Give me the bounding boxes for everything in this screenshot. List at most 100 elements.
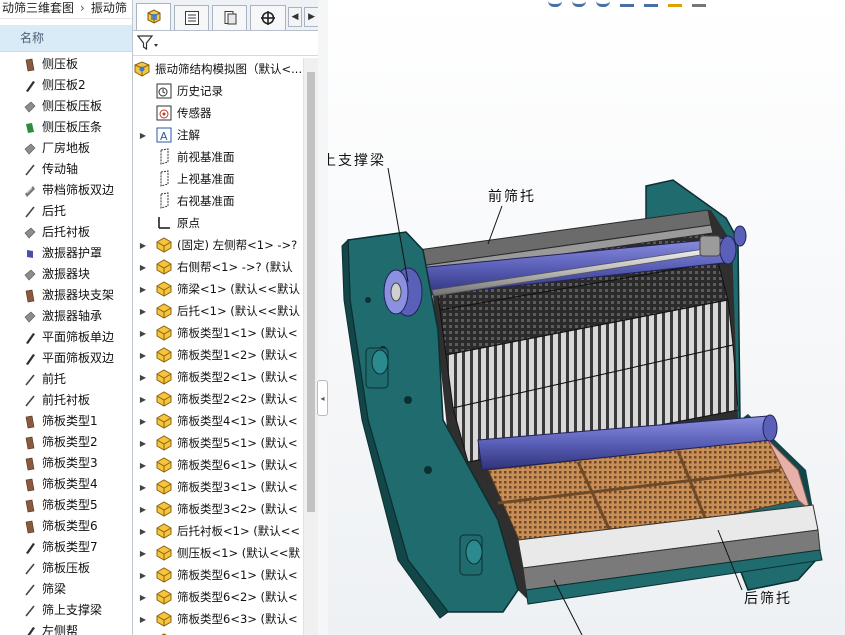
file-list-item[interactable]: 筛板类型4 xyxy=(0,474,132,495)
tree-item[interactable]: 原点 xyxy=(133,212,303,234)
file-list-item[interactable]: 激振器轴承 xyxy=(0,306,132,327)
tree-item[interactable]: 传感器 xyxy=(133,102,303,124)
file-list-item[interactable]: 筛上支撑梁 xyxy=(0,600,132,621)
tree-item[interactable]: ▶ 筛板类型6<1> (默认< xyxy=(133,454,303,476)
expand-arrow-icon[interactable]: ▶ xyxy=(137,285,149,294)
tree-scrollbar[interactable] xyxy=(303,58,319,635)
expand-arrow-icon[interactable]: ▶ xyxy=(137,549,149,558)
tree-item[interactable]: ▶ 后托衬板<1> (默认<< xyxy=(133,520,303,542)
tree-item[interactable]: ▶ 筛板类型6<3> (默认< xyxy=(133,608,303,630)
file-list-item[interactable]: 后托衬板 xyxy=(0,222,132,243)
file-list-item[interactable]: 筛板类型2 xyxy=(0,432,132,453)
tree-item[interactable]: ▶ 筛板类型1<2> (默认< xyxy=(133,344,303,366)
tree-item[interactable]: ▶ 筛板类型3<2> (默认< xyxy=(133,498,303,520)
expand-arrow-icon[interactable]: ▶ xyxy=(137,505,149,514)
panel-splitter[interactable] xyxy=(318,0,328,635)
feature-manager-tab[interactable] xyxy=(136,3,172,30)
file-list-item[interactable]: 激振器块 xyxy=(0,264,132,285)
tree-item[interactable]: 前视基准面 xyxy=(133,146,303,168)
file-name: 后托衬板 xyxy=(42,225,91,239)
file-list-item[interactable]: 前托 xyxy=(0,369,132,390)
file-list-item[interactable]: 左侧帮 xyxy=(0,621,132,635)
part-dark-icon xyxy=(23,331,37,345)
file-list-item[interactable]: 侧压板 xyxy=(0,54,132,75)
file-list-item[interactable]: 平面筛板双边 xyxy=(0,348,132,369)
file-list-item[interactable]: 筛板类型7 xyxy=(0,537,132,558)
tree-item[interactable]: 历史记录 xyxy=(133,80,303,102)
tree-item[interactable]: ▶ A 注解 xyxy=(133,124,303,146)
expand-arrow-icon[interactable]: ▶ xyxy=(137,329,149,338)
tree-root-label: 振动筛结构模拟图（默认<... xyxy=(155,62,303,76)
file-list-item[interactable]: 后托 xyxy=(0,201,132,222)
file-list-item[interactable]: 带档筛板双边 xyxy=(0,180,132,201)
feature-manager-panel: ◀ ▶ 振动筛结构模拟图（默认<... 历史记录 传感器 ▶ A 注解 前视基准面 上视基准… xyxy=(132,0,320,635)
part-icon xyxy=(155,412,173,430)
file-list-item[interactable]: 筛板类型1 xyxy=(0,411,132,432)
file-list-item[interactable]: 侧压板压条 xyxy=(0,117,132,138)
expand-arrow-icon[interactable]: ▶ xyxy=(137,615,149,624)
tree-item[interactable]: ▶ 侧压板<1> (默认<<默 xyxy=(133,542,303,564)
graphics-viewport[interactable]: 上支撑梁 前筛托 后筛托 xyxy=(328,0,845,635)
column-header-name[interactable]: 名称 xyxy=(0,25,132,52)
configuration-manager-tab[interactable] xyxy=(212,5,248,30)
file-list-item[interactable]: 筛板类型6 xyxy=(0,516,132,537)
tree-item[interactable]: ▶ 筛板类型1<1> (默认< xyxy=(133,322,303,344)
history-icon xyxy=(155,82,173,100)
expand-arrow-icon[interactable]: ▶ xyxy=(137,527,149,536)
file-list-item[interactable]: 筛板类型5 xyxy=(0,495,132,516)
tab-scroll-right-icon[interactable]: ▶ xyxy=(304,7,319,27)
tree-filter[interactable] xyxy=(133,31,319,56)
expand-arrow-icon[interactable]: ▶ xyxy=(137,373,149,382)
dimxpert-tab[interactable] xyxy=(250,5,286,30)
file-list-item[interactable]: 侧压板2 xyxy=(0,75,132,96)
expand-arrow-icon[interactable]: ▶ xyxy=(137,241,149,250)
expand-arrow-icon[interactable]: ▶ xyxy=(137,395,149,404)
tree-item[interactable]: ▶筛板类型6<4> (默认< xyxy=(133,630,303,635)
collapse-panel-handle-icon[interactable]: ◂ xyxy=(317,380,328,416)
breadcrumb-item[interactable]: 动筛三维套图 xyxy=(2,1,74,15)
expand-arrow-icon[interactable]: ▶ xyxy=(137,307,149,316)
vibrator-exciter[interactable] xyxy=(383,267,423,317)
tab-scroll-left-icon[interactable]: ◀ xyxy=(287,7,303,27)
breadcrumb-item[interactable]: 振动筛 xyxy=(91,1,127,15)
expand-arrow-icon[interactable]: ▶ xyxy=(137,439,149,448)
tree-item[interactable]: ▶ (固定) 左侧帮<1> ->? xyxy=(133,234,303,256)
scrollbar-thumb[interactable] xyxy=(307,72,315,512)
expand-arrow-icon[interactable]: ▶ xyxy=(137,263,149,272)
file-list-item[interactable]: 厂房地板 xyxy=(0,138,132,159)
expand-arrow-icon[interactable]: ▶ xyxy=(137,131,149,140)
file-list-item[interactable]: 筛板类型3 xyxy=(0,453,132,474)
file-list-item[interactable]: 传动轴 xyxy=(0,159,132,180)
expand-arrow-icon[interactable]: ▶ xyxy=(137,593,149,602)
tree-item[interactable]: ▶ 后托<1> (默认<<默认 xyxy=(133,300,303,322)
expand-arrow-icon[interactable]: ▶ xyxy=(137,351,149,360)
tree-item[interactable]: ▶ 右侧帮<1> ->? (默认 xyxy=(133,256,303,278)
expand-arrow-icon[interactable]: ▶ xyxy=(137,417,149,426)
tree-item[interactable]: ▶ 筛梁<1> (默认<<默认 xyxy=(133,278,303,300)
expand-arrow-icon[interactable]: ▶ xyxy=(137,461,149,470)
tree-item[interactable]: ▶ 筛板类型3<1> (默认< xyxy=(133,476,303,498)
file-list-item[interactable]: 筛梁 xyxy=(0,579,132,600)
tree-item[interactable]: ▶ 筛板类型6<1> (默认< xyxy=(133,564,303,586)
tree-item[interactable]: 上视基准面 xyxy=(133,168,303,190)
tree-root-assembly[interactable]: 振动筛结构模拟图（默认<... xyxy=(133,58,303,80)
file-list-item[interactable]: 筛板压板 xyxy=(0,558,132,579)
tree-item[interactable]: ▶ 筛板类型4<1> (默认< xyxy=(133,410,303,432)
expand-arrow-icon[interactable]: ▶ xyxy=(137,483,149,492)
part-gray-icon xyxy=(23,226,37,240)
tree-item[interactable]: ▶ 筛板类型2<2> (默认< xyxy=(133,388,303,410)
tree-item[interactable]: 右视基准面 xyxy=(133,190,303,212)
file-list-item[interactable]: 激振器护罩 xyxy=(0,243,132,264)
tree-item[interactable]: ▶ 筛板类型6<2> (默认< xyxy=(133,586,303,608)
tree-item[interactable]: ▶ 筛板类型5<1> (默认< xyxy=(133,432,303,454)
assembly-tree-icon xyxy=(147,9,161,24)
vibrating-screen-model[interactable] xyxy=(328,0,845,635)
file-list-item[interactable]: 平面筛板单边 xyxy=(0,327,132,348)
file-list-item[interactable]: 激振器块支架 xyxy=(0,285,132,306)
tree-item[interactable]: ▶ 筛板类型2<1> (默认< xyxy=(133,366,303,388)
expand-arrow-icon[interactable]: ▶ xyxy=(137,571,149,580)
property-manager-tab[interactable] xyxy=(174,5,210,30)
file-list-item[interactable]: 前托衬板 xyxy=(0,390,132,411)
filter-icon[interactable] xyxy=(137,35,159,51)
file-list-item[interactable]: 侧压板压板 xyxy=(0,96,132,117)
